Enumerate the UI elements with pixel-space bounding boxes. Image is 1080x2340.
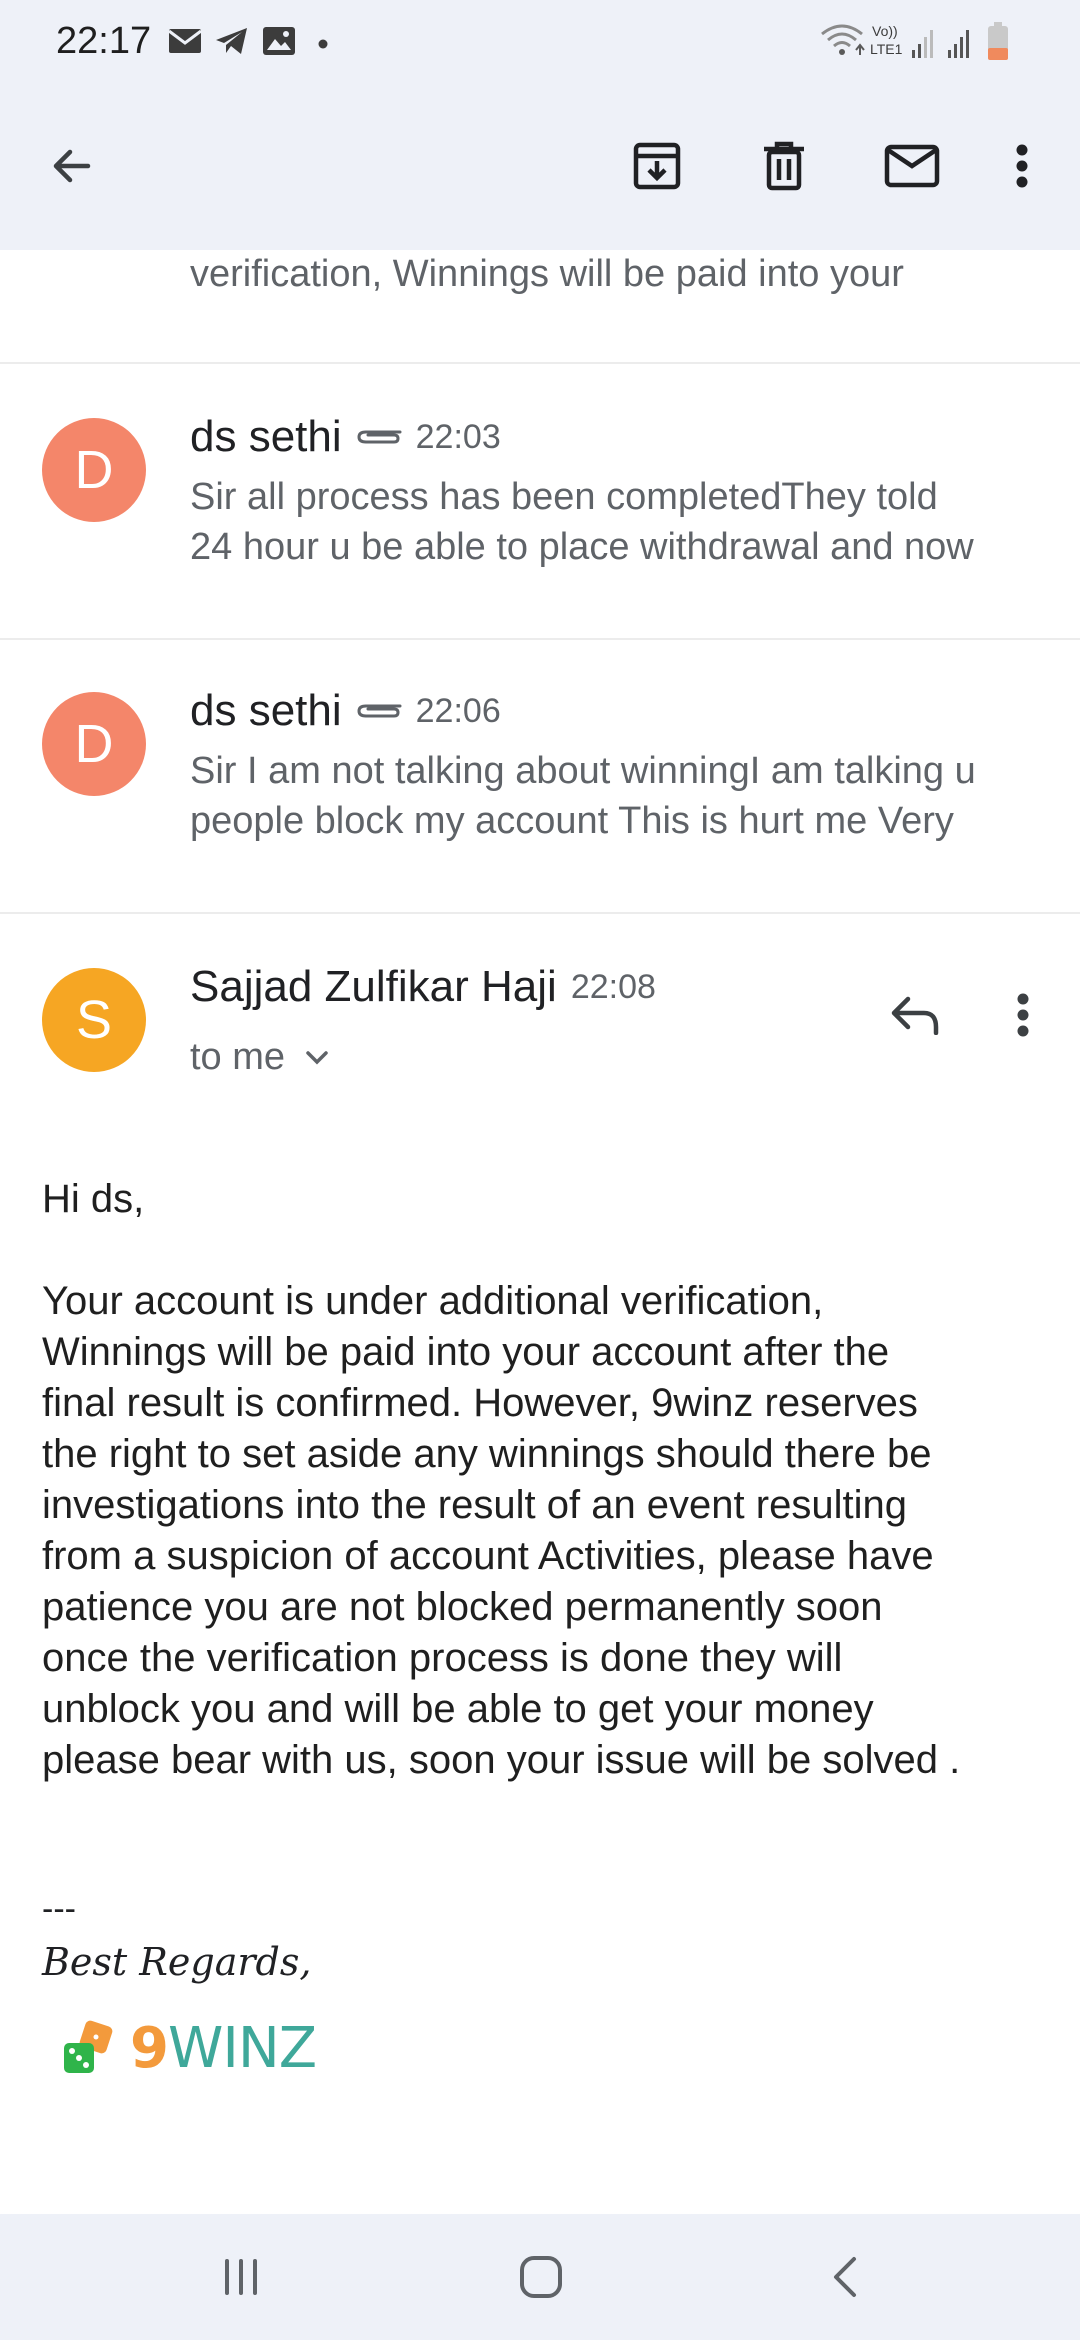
signature-regards: Best Regards, — [42, 1940, 312, 1984]
body-line: please bear with us, soon your issue wil… — [42, 1738, 961, 1782]
body-line: the right to set aside any winnings shou… — [42, 1432, 932, 1476]
body-line: final result is confirmed. However, 9win… — [42, 1381, 918, 1425]
body-line: investigations into the result of an eve… — [42, 1483, 907, 1527]
message-time: 22:06 — [415, 691, 501, 730]
avatar-letter: S — [75, 990, 113, 1050]
more-options-button[interactable] — [980, 124, 1064, 208]
delete-button[interactable] — [742, 124, 826, 208]
divider — [0, 912, 1080, 914]
attachment-icon — [356, 424, 404, 451]
recents-button[interactable] — [196, 2242, 286, 2312]
greeting: Hi ds, — [42, 1177, 145, 1221]
signal-icon — [948, 30, 969, 58]
avatar[interactable]: D — [42, 418, 146, 522]
message-snippet-line: 24 hour u be able to place withdrawal an… — [190, 526, 974, 568]
nav-back-icon — [834, 2257, 856, 2297]
archive-icon — [633, 142, 681, 190]
nav-back-button[interactable] — [800, 2242, 890, 2312]
avatar-letter: D — [74, 440, 114, 500]
trash-icon — [764, 141, 804, 191]
archive-button[interactable] — [615, 124, 699, 208]
body-line: Winnings will be paid into your account … — [42, 1330, 890, 1374]
gmail-icon — [168, 26, 202, 61]
reply-button[interactable] — [880, 980, 950, 1050]
signal-icon — [912, 30, 933, 58]
more-vert-icon — [1017, 993, 1029, 1037]
telegram-icon — [214, 26, 250, 61]
recents-icon — [225, 2259, 257, 2295]
system-nav-bar — [0, 2214, 1080, 2340]
mail-icon — [884, 144, 940, 188]
dot-icon — [318, 36, 328, 54]
body-line: Your account is under additional verific… — [42, 1279, 824, 1323]
message-snippet-line: Sir I am not talking about winningI am t… — [190, 750, 976, 792]
top-app-bar — [0, 84, 1080, 250]
home-button[interactable] — [496, 2242, 586, 2312]
body-line: unblock you and will be able to get your… — [42, 1687, 874, 1731]
wifi-icon — [821, 24, 865, 55]
body-line: once the verification process is done th… — [42, 1636, 843, 1680]
collapsed-message[interactable]: D ds sethi 22:03 Sir all process has bee… — [0, 364, 1080, 636]
message-time: 22:03 — [415, 417, 501, 456]
status-bar: 22:17 Vo)) LTE1 — [0, 0, 1080, 84]
body-line: from a suspicion of account Activities, … — [42, 1534, 934, 1578]
email-thread: verification, Winnings will be paid into… — [0, 250, 1080, 2214]
avatar-letter: D — [74, 714, 114, 774]
message-snippet-line: Sir all process has been completedThey t… — [190, 476, 938, 518]
signature-separator: --- — [42, 1890, 76, 1928]
sender-name: ds sethi — [190, 412, 342, 461]
previous-message-snippet[interactable]: verification, Winnings will be paid into… — [190, 253, 904, 296]
status-time: 22:17 — [56, 20, 152, 62]
message-time: 22:08 — [570, 967, 656, 1006]
dice-icon — [64, 2020, 113, 2073]
avatar[interactable]: D — [42, 692, 146, 796]
message-more-button[interactable] — [988, 980, 1058, 1050]
recipient-toggle[interactable]: to me — [190, 1036, 329, 1079]
collapsed-message[interactable]: D ds sethi 22:06 Sir I am not talking ab… — [0, 640, 1080, 912]
attachment-icon — [356, 698, 404, 725]
arrow-left-icon — [53, 149, 91, 183]
chevron-down-icon — [306, 1050, 328, 1064]
gallery-icon — [262, 26, 296, 61]
more-vert-icon — [1016, 144, 1028, 188]
volte-label-top: Vo)) — [872, 23, 898, 39]
reply-icon — [891, 996, 939, 1035]
message-body: Hi ds, Your account is under additional … — [42, 1174, 1052, 1786]
body-line: patience you are not blocked permanently… — [42, 1585, 883, 1629]
back-button[interactable] — [30, 124, 114, 208]
avatar[interactable]: S — [42, 968, 146, 1072]
logo-winz: WINZ — [167, 2016, 317, 2081]
message-snippet-line: people block my account This is hurt me … — [190, 800, 954, 842]
logo-nine: 9 — [130, 2016, 169, 2081]
volte-label-bottom: LTE1 — [870, 41, 903, 57]
9winz-logo: 9WINZ — [56, 2016, 317, 2081]
home-icon — [520, 2256, 562, 2298]
mark-unread-button[interactable] — [870, 124, 954, 208]
sender-name[interactable]: Sajjad Zulfikar Haji — [190, 962, 557, 1012]
status-right-icons: Vo)) LTE1 — [820, 20, 1020, 64]
sender-name: ds sethi — [190, 686, 342, 735]
battery-icon — [988, 22, 1008, 60]
recipient-label: to me — [190, 1036, 286, 1078]
